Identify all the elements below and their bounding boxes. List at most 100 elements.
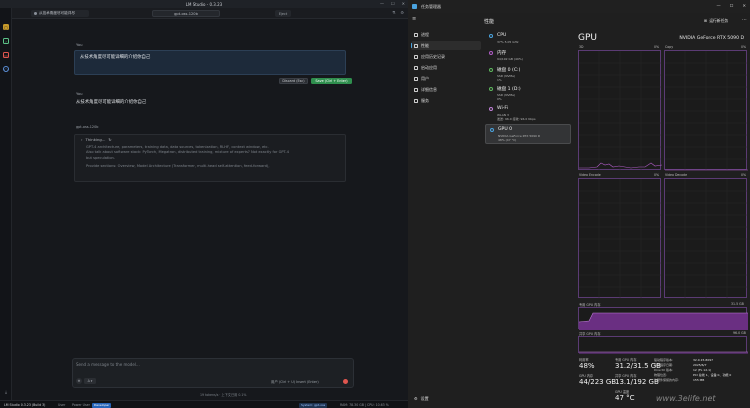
startup-icon bbox=[414, 65, 418, 70]
dedicated-memory-plot bbox=[579, 312, 748, 330]
device-disk-0[interactable]: 磁盘 0 (C:) SSD (NVMe) 1% bbox=[485, 65, 571, 85]
disk-graph-icon bbox=[489, 68, 493, 72]
more-options-icon[interactable]: ⋯ bbox=[742, 17, 747, 23]
tab-chat[interactable]: 从技术角度尽可能详尽 bbox=[31, 10, 89, 17]
driver-label: 为硬件保留的内存: bbox=[654, 378, 680, 382]
shared-mem-max: 96.0 GB bbox=[733, 331, 746, 335]
driver-value: PCI 总线 1、设备 0、功能 0 bbox=[693, 373, 732, 377]
mode-toggle[interactable]: Δ ▾ bbox=[84, 378, 96, 384]
graph-3d-series bbox=[579, 162, 662, 169]
nav-label: 详细信息 bbox=[421, 86, 437, 92]
task-manager-app-icon bbox=[412, 4, 417, 9]
discover-search-icon[interactable]: ○ bbox=[3, 66, 9, 72]
history-icon bbox=[414, 54, 418, 59]
minimize-icon[interactable]: — bbox=[380, 1, 384, 6]
device-wifi[interactable]: Wi-Fi WLAN 3 发送: 96.0 接收: 96.0 Kbps bbox=[485, 104, 571, 124]
run-new-task-button[interactable]: ⊞ 运行新任务 bbox=[704, 18, 728, 24]
graph-shared-memory bbox=[578, 336, 748, 354]
nav-details[interactable]: 详细信息 bbox=[411, 85, 481, 94]
stop-button[interactable] bbox=[343, 379, 348, 384]
task-manager-window: 任务管理器 — ☐ ✕ ≡ 进程 性能 应用历史记录 启动应用 用户 详细信息 … bbox=[408, 0, 750, 408]
user-message: 从技术角度尽可能详细的介绍你自己 bbox=[76, 100, 147, 105]
tm-titlebar: 任务管理器 — ☐ ✕ bbox=[408, 0, 750, 13]
tab-label: 从技术角度尽可能详尽 bbox=[39, 11, 75, 15]
run-task-label: 运行新任务 bbox=[709, 18, 729, 23]
settings-button[interactable]: ⚙ 设置 bbox=[414, 396, 429, 402]
chat-input-placeholder[interactable]: Send a message to the model... bbox=[76, 362, 140, 367]
run-task-icon: ⊞ bbox=[704, 18, 708, 23]
minimize-icon[interactable]: — bbox=[717, 3, 721, 8]
device-gpu-0[interactable]: GPU 0 NVIDIA GeForce RTX 5090 D 48% (47 … bbox=[485, 124, 571, 144]
maximize-icon[interactable]: ☐ bbox=[730, 3, 734, 8]
version-label: LM Studio 0.3.23 (Build 3) bbox=[4, 403, 46, 407]
disk-graph-icon bbox=[489, 87, 493, 91]
device-name: Wi-Fi bbox=[497, 106, 508, 111]
download-icon[interactable]: ⤓ bbox=[3, 388, 9, 394]
lm-titlebar: LM Studio - 0.3.23 — ☐ ✕ bbox=[0, 0, 408, 8]
driver-label: 驱动程序版本: bbox=[654, 358, 674, 362]
system-chip[interactable]: System: gpt-oss bbox=[299, 402, 328, 408]
thinking-line: Provide sections: Overview, Model Archit… bbox=[86, 164, 270, 169]
discard-button[interactable]: Discard (Esc) bbox=[279, 78, 308, 84]
shared-memory-plot bbox=[579, 351, 748, 354]
list-icon bbox=[414, 87, 418, 92]
gpu-title: GPU bbox=[578, 33, 597, 43]
nav-app-history[interactable]: 应用历史记录 bbox=[411, 52, 481, 61]
chat-tab-icon bbox=[34, 12, 37, 15]
nav-performance[interactable]: 性能 bbox=[411, 41, 481, 50]
nav-startup-apps[interactable]: 启动应用 bbox=[411, 63, 481, 72]
thinking-header[interactable]: › Thinking... ↻ bbox=[81, 137, 112, 142]
user-label-2: You bbox=[76, 91, 83, 96]
graph-gridlines bbox=[579, 51, 662, 171]
attach-icon[interactable]: ⊕ bbox=[76, 378, 82, 384]
save-button[interactable]: Save (Ctrl + Enter) bbox=[311, 78, 352, 84]
lm-topbar: 从技术角度尽可能详尽 gpt-oss-120b Eject ⚗ ⚙ bbox=[12, 8, 408, 19]
mode-power-user[interactable]: Power User bbox=[72, 403, 90, 407]
thinking-label: Thinking... bbox=[85, 137, 106, 142]
nav-users[interactable]: 用户 bbox=[411, 74, 481, 83]
model-selector[interactable]: gpt-oss-120b bbox=[152, 10, 220, 17]
edit-message-box[interactable]: 从技术角度尽可能详细的介绍你自己 bbox=[74, 50, 346, 75]
assistant-label: gpt-oss-120b bbox=[76, 125, 99, 129]
driver-value: 155 MB bbox=[693, 378, 705, 382]
graph-venc-pct: 0% bbox=[654, 173, 660, 177]
sliders-icon[interactable]: ⚙ bbox=[400, 10, 404, 15]
maximize-icon[interactable]: ☐ bbox=[391, 1, 395, 6]
driver-value: 32.0.15.8097 bbox=[693, 358, 714, 362]
temp-value: 47 °C bbox=[615, 394, 635, 402]
graph-3d bbox=[578, 50, 662, 171]
driver-label: 驱动程序日期: bbox=[654, 363, 674, 367]
generation-stats: 19 tokens/s · 上下文已用 0.1% bbox=[200, 393, 247, 397]
chevron-right-icon: › bbox=[81, 137, 83, 142]
lm-studio-window: LM Studio - 0.3.23 — ☐ ✕ ▢ › ▭ ○ ⤓ 从技术角度… bbox=[0, 0, 408, 408]
gear-icon: ⚙ bbox=[414, 396, 418, 401]
mode-user[interactable]: User bbox=[58, 403, 65, 407]
nav-processes[interactable]: 进程 bbox=[411, 30, 481, 39]
hamburger-menu-icon[interactable]: ≡ bbox=[412, 16, 416, 22]
spinner-icon: ↻ bbox=[108, 137, 112, 142]
graph-video-decode bbox=[664, 178, 748, 299]
shared-value: 13.1/192 GB bbox=[615, 378, 659, 386]
models-folder-icon[interactable]: ▭ bbox=[3, 52, 9, 58]
mode-developer[interactable]: Developer bbox=[92, 402, 112, 408]
page-title: 性能 bbox=[484, 19, 495, 25]
close-icon[interactable]: ✕ bbox=[402, 1, 405, 6]
close-icon[interactable]: ✕ bbox=[742, 3, 746, 8]
device-disk-1[interactable]: 磁盘 1 (D:) SSD (NVMe) 0% bbox=[485, 84, 571, 104]
nav-label: 性能 bbox=[421, 42, 429, 48]
driver-value: 2025/6/7 bbox=[693, 363, 707, 367]
gpu-graph-icon bbox=[490, 128, 494, 132]
util-value: 48% bbox=[579, 362, 595, 370]
developer-icon[interactable]: › bbox=[3, 38, 9, 44]
device-name: 内存 bbox=[497, 51, 507, 56]
graph-3d-pct: 0% bbox=[654, 45, 660, 49]
nav-services[interactable]: 服务 bbox=[411, 96, 481, 105]
puzzle-icon bbox=[414, 98, 418, 103]
device-sub2: 1% bbox=[497, 77, 502, 82]
chat-icon[interactable]: ▢ bbox=[3, 24, 9, 30]
beaker-icon[interactable]: ⚗ bbox=[392, 10, 396, 15]
device-name: 磁盘 1 (D:) bbox=[497, 87, 521, 92]
eject-button[interactable]: Eject bbox=[275, 10, 291, 17]
graph-copy-pct: 0% bbox=[741, 45, 747, 49]
nav-label: 服务 bbox=[421, 97, 429, 103]
